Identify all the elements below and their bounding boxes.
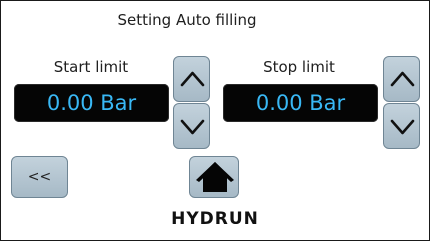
start-limit-value[interactable]: 0.00 Bar: [14, 84, 169, 122]
start-limit-increase-button[interactable]: [173, 56, 210, 102]
stop-limit-increase-button[interactable]: [383, 56, 420, 102]
brand-logo: HYDRUN: [171, 209, 259, 229]
stop-limit-decrease-button[interactable]: [383, 103, 420, 149]
page-title: Setting Auto filling: [117, 11, 257, 29]
chevron-down-icon: [390, 119, 415, 135]
start-limit-decrease-button[interactable]: [173, 103, 210, 149]
stop-limit-label: Stop limit: [263, 58, 335, 76]
chevron-up-icon: [180, 71, 205, 87]
screen-frame: Setting Auto filling Start limit 0.00 Ba…: [0, 0, 430, 241]
chevron-up-icon: [390, 71, 415, 87]
chevron-down-icon: [180, 119, 205, 135]
stop-limit-value[interactable]: 0.00 Bar: [223, 84, 378, 122]
back-button[interactable]: <<: [11, 156, 68, 198]
home-button[interactable]: [189, 156, 239, 198]
home-icon: [196, 162, 234, 192]
start-limit-label: Start limit: [53, 58, 129, 76]
